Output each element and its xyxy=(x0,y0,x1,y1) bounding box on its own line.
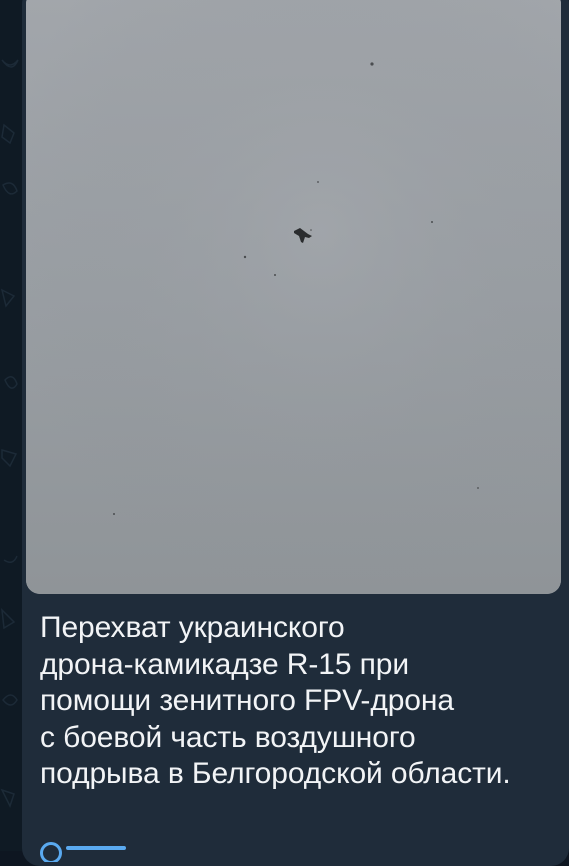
video-thumbnail[interactable] xyxy=(26,0,561,594)
caption-line: Перехват украинского xyxy=(40,611,345,644)
caption-line: с боевой часть воздушного xyxy=(40,720,416,754)
wallpaper-pattern xyxy=(0,59,19,808)
link-glyph-icon xyxy=(40,842,62,862)
caption-line: помощи зенитного FPV-дрона xyxy=(40,684,454,717)
message-caption: Перехват украинского дрона-камикадзе R-1… xyxy=(40,610,560,793)
link-text-fragment xyxy=(66,846,126,850)
caption-line: дрона-камикадзе R-15 при xyxy=(40,647,410,681)
next-line-link-preview[interactable] xyxy=(40,842,130,862)
caption-line: подрыва в Белгородской области. xyxy=(40,757,511,790)
sky-image xyxy=(26,0,561,594)
